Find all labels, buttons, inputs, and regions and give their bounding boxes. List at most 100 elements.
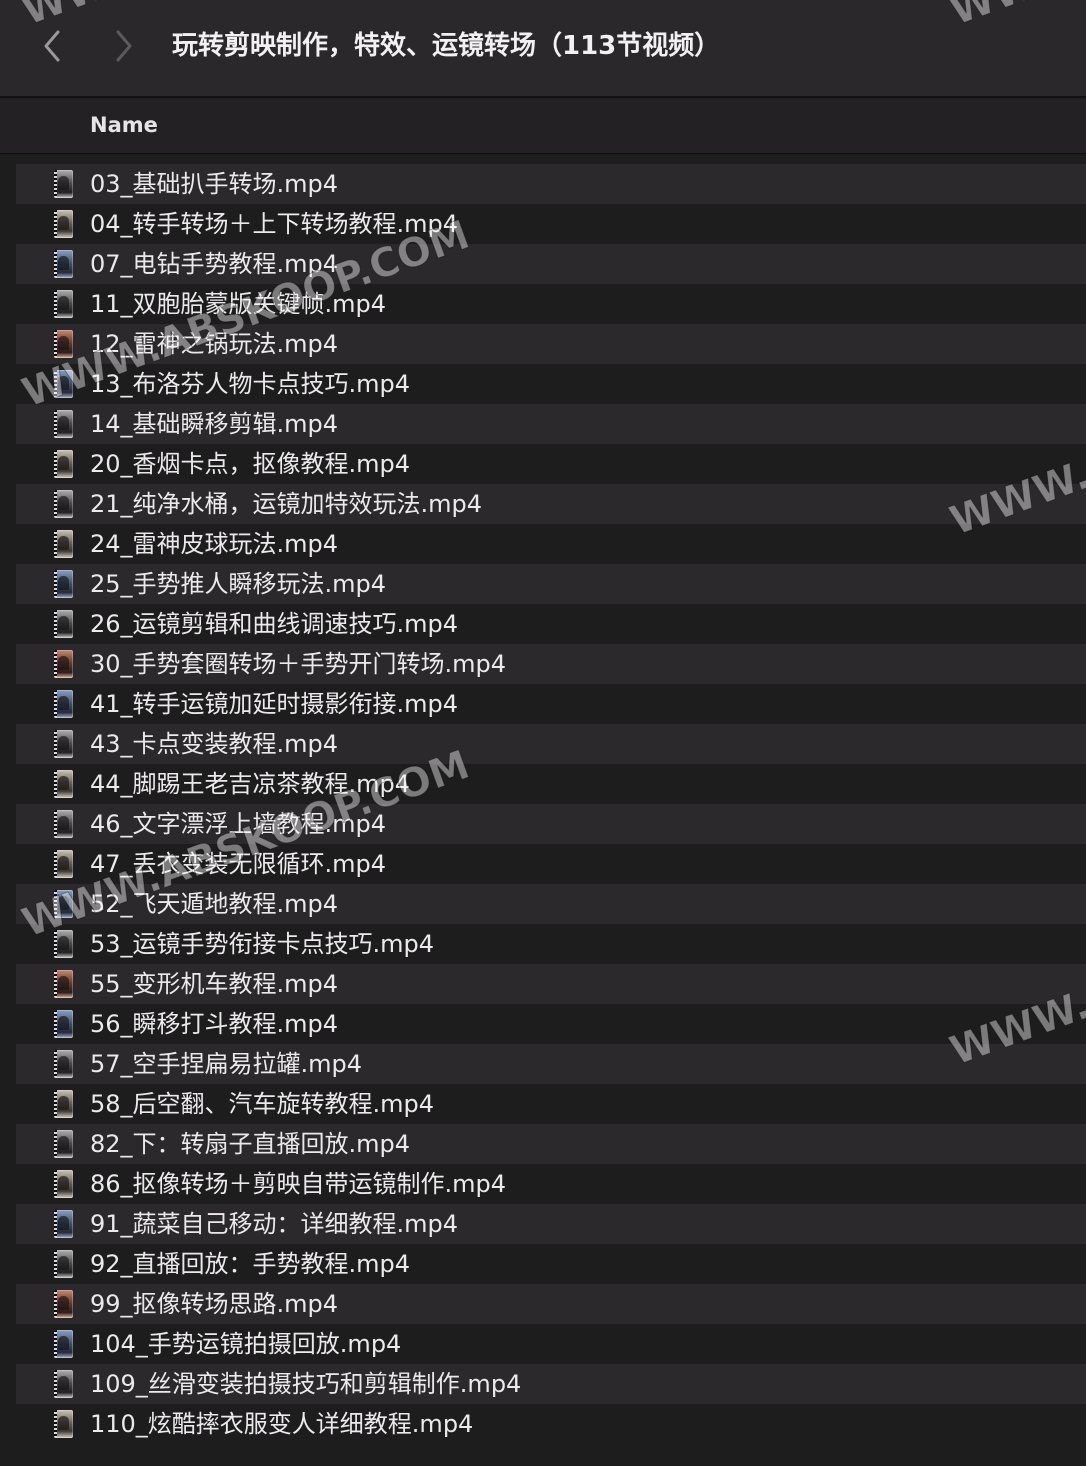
file-row[interactable]: 46_文字漂浮上墙教程.mp4: [16, 804, 1086, 844]
file-name: 03_基础扒手转场.mp4: [90, 170, 339, 198]
file-list: 03_基础扒手转场.mp4 04_转手转场＋上下转场教程.mp4 07_电钻手势教程…: [16, 164, 1086, 1444]
video-file-icon: [54, 170, 73, 198]
video-file-icon: [54, 1130, 73, 1158]
file-row[interactable]: 57_空手捏扁易拉罐.mp4: [16, 1044, 1086, 1084]
file-name: 26_运镜剪辑和曲线调速技巧.mp4: [90, 610, 459, 638]
video-file-icon: [54, 530, 73, 558]
file-row[interactable]: 99_抠像转场思路.mp4: [16, 1284, 1086, 1324]
video-file-icon: [54, 1090, 73, 1118]
file-name: 99_抠像转场思路.mp4: [90, 1290, 339, 1318]
file-name: 04_转手转场＋上下转场教程.mp4: [90, 210, 459, 238]
title-bar: 玩转剪映制作，特效、运镜转场（113节视频）: [0, 0, 1086, 98]
video-file-icon: [54, 1210, 73, 1238]
video-file-icon: [54, 290, 73, 318]
video-file-icon: [54, 1330, 73, 1358]
file-row[interactable]: 41_转手运镜加延时摄影衔接.mp4: [16, 684, 1086, 724]
file-row[interactable]: 104_手势运镜拍摄回放.mp4: [16, 1324, 1086, 1364]
video-file-icon: [54, 730, 73, 758]
file-name: 56_瞬移打斗教程.mp4: [90, 1010, 339, 1038]
video-file-icon: [54, 1370, 73, 1398]
video-file-icon: [54, 970, 73, 998]
video-file-icon: [54, 850, 73, 878]
chevron-left-icon: [44, 30, 60, 62]
file-row[interactable]: 53_运镜手势衔接卡点技巧.mp4: [16, 924, 1086, 964]
file-row[interactable]: 43_卡点变装教程.mp4: [16, 724, 1086, 764]
video-file-icon: [54, 1010, 73, 1038]
file-name: 07_电钻手势教程.mp4: [90, 250, 339, 278]
file-name: 13_布洛芬人物卡点技巧.mp4: [90, 370, 411, 398]
video-file-icon: [54, 930, 73, 958]
file-name: 92_直播回放：手势教程.mp4: [90, 1250, 411, 1278]
video-file-icon: [54, 1170, 73, 1198]
back-button[interactable]: [34, 26, 70, 66]
file-name: 110_炫酷摔衣服变人详细教程.mp4: [90, 1410, 474, 1438]
file-row[interactable]: 21_纯净水桶，运镜加特效玩法.mp4: [16, 484, 1086, 524]
file-name: 53_运镜手势衔接卡点技巧.mp4: [90, 930, 435, 958]
file-row[interactable]: 26_运镜剪辑和曲线调速技巧.mp4: [16, 604, 1086, 644]
video-file-icon: [54, 370, 73, 398]
video-file-icon: [54, 410, 73, 438]
file-name: 58_后空翻、汽车旋转教程.mp4: [90, 1090, 435, 1118]
video-file-icon: [54, 250, 73, 278]
video-file-icon: [54, 1410, 73, 1438]
column-header-row: Name: [0, 98, 1086, 154]
name-column-header[interactable]: Name: [90, 98, 158, 152]
file-name: 55_变形机车教程.mp4: [90, 970, 339, 998]
video-file-icon: [54, 610, 73, 638]
video-file-icon: [54, 890, 73, 918]
file-row[interactable]: 13_布洛芬人物卡点技巧.mp4: [16, 364, 1086, 404]
file-name: 21_纯净水桶，运镜加特效玩法.mp4: [90, 490, 483, 518]
file-row[interactable]: 55_变形机车教程.mp4: [16, 964, 1086, 1004]
video-file-icon: [54, 330, 73, 358]
video-file-icon: [54, 690, 73, 718]
file-name: 46_文字漂浮上墙教程.mp4: [90, 810, 387, 838]
video-file-icon: [54, 1050, 73, 1078]
file-name: 44_脚踢王老吉凉茶教程.mp4: [90, 770, 411, 798]
file-row[interactable]: 109_丝滑变装拍摄技巧和剪辑制作.mp4: [16, 1364, 1086, 1404]
file-row[interactable]: 04_转手转场＋上下转场教程.mp4: [16, 204, 1086, 244]
video-file-icon: [54, 570, 73, 598]
file-row[interactable]: 12_雷神之锅玩法.mp4: [16, 324, 1086, 364]
video-file-icon: [54, 810, 73, 838]
file-name: 91_蔬菜自己移动：详细教程.mp4: [90, 1210, 459, 1238]
file-row[interactable]: 91_蔬菜自己移动：详细教程.mp4: [16, 1204, 1086, 1244]
forward-button[interactable]: [106, 26, 142, 66]
window-title: 玩转剪映制作，特效、运镜转场（113节视频）: [172, 31, 721, 61]
file-row[interactable]: 86_抠像转场＋剪映自带运镜制作.mp4: [16, 1164, 1086, 1204]
video-file-icon: [54, 650, 73, 678]
file-name: 43_卡点变装教程.mp4: [90, 730, 339, 758]
file-name: 104_手势运镜拍摄回放.mp4: [90, 1330, 402, 1358]
video-file-icon: [54, 210, 73, 238]
file-row[interactable]: 47_丢衣变装无限循环.mp4: [16, 844, 1086, 884]
file-row[interactable]: 20_香烟卡点，抠像教程.mp4: [16, 444, 1086, 484]
file-name: 86_抠像转场＋剪映自带运镜制作.mp4: [90, 1170, 507, 1198]
file-row[interactable]: 14_基础瞬移剪辑.mp4: [16, 404, 1086, 444]
file-row[interactable]: 30_手势套圈转场＋手势开门转场.mp4: [16, 644, 1086, 684]
video-file-icon: [54, 490, 73, 518]
file-name: 24_雷神皮球玩法.mp4: [90, 530, 339, 558]
file-row[interactable]: 25_手势推人瞬移玩法.mp4: [16, 564, 1086, 604]
file-row[interactable]: 44_脚踢王老吉凉茶教程.mp4: [16, 764, 1086, 804]
file-row[interactable]: 82_下：转扇子直播回放.mp4: [16, 1124, 1086, 1164]
file-name: 30_手势套圈转场＋手势开门转场.mp4: [90, 650, 507, 678]
file-name: 20_香烟卡点，抠像教程.mp4: [90, 450, 411, 478]
file-name: 41_转手运镜加延时摄影衔接.mp4: [90, 690, 459, 718]
file-row[interactable]: 07_电钻手势教程.mp4: [16, 244, 1086, 284]
file-name: 52_飞天遁地教程.mp4: [90, 890, 339, 918]
file-row[interactable]: 92_直播回放：手势教程.mp4: [16, 1244, 1086, 1284]
video-file-icon: [54, 770, 73, 798]
file-row[interactable]: 03_基础扒手转场.mp4: [16, 164, 1086, 204]
file-row[interactable]: 56_瞬移打斗教程.mp4: [16, 1004, 1086, 1044]
file-row[interactable]: 11_双胞胎蒙版关键帧.mp4: [16, 284, 1086, 324]
chevron-right-icon: [116, 30, 132, 62]
file-row[interactable]: 24_雷神皮球玩法.mp4: [16, 524, 1086, 564]
file-row[interactable]: 58_后空翻、汽车旋转教程.mp4: [16, 1084, 1086, 1124]
file-name: 57_空手捏扁易拉罐.mp4: [90, 1050, 363, 1078]
file-name: 47_丢衣变装无限循环.mp4: [90, 850, 387, 878]
file-row[interactable]: 52_飞天遁地教程.mp4: [16, 884, 1086, 924]
file-name: 11_双胞胎蒙版关键帧.mp4: [90, 290, 387, 318]
file-row[interactable]: 110_炫酷摔衣服变人详细教程.mp4: [16, 1404, 1086, 1444]
file-name: 109_丝滑变装拍摄技巧和剪辑制作.mp4: [90, 1370, 522, 1398]
file-name: 25_手势推人瞬移玩法.mp4: [90, 570, 387, 598]
video-file-icon: [54, 450, 73, 478]
